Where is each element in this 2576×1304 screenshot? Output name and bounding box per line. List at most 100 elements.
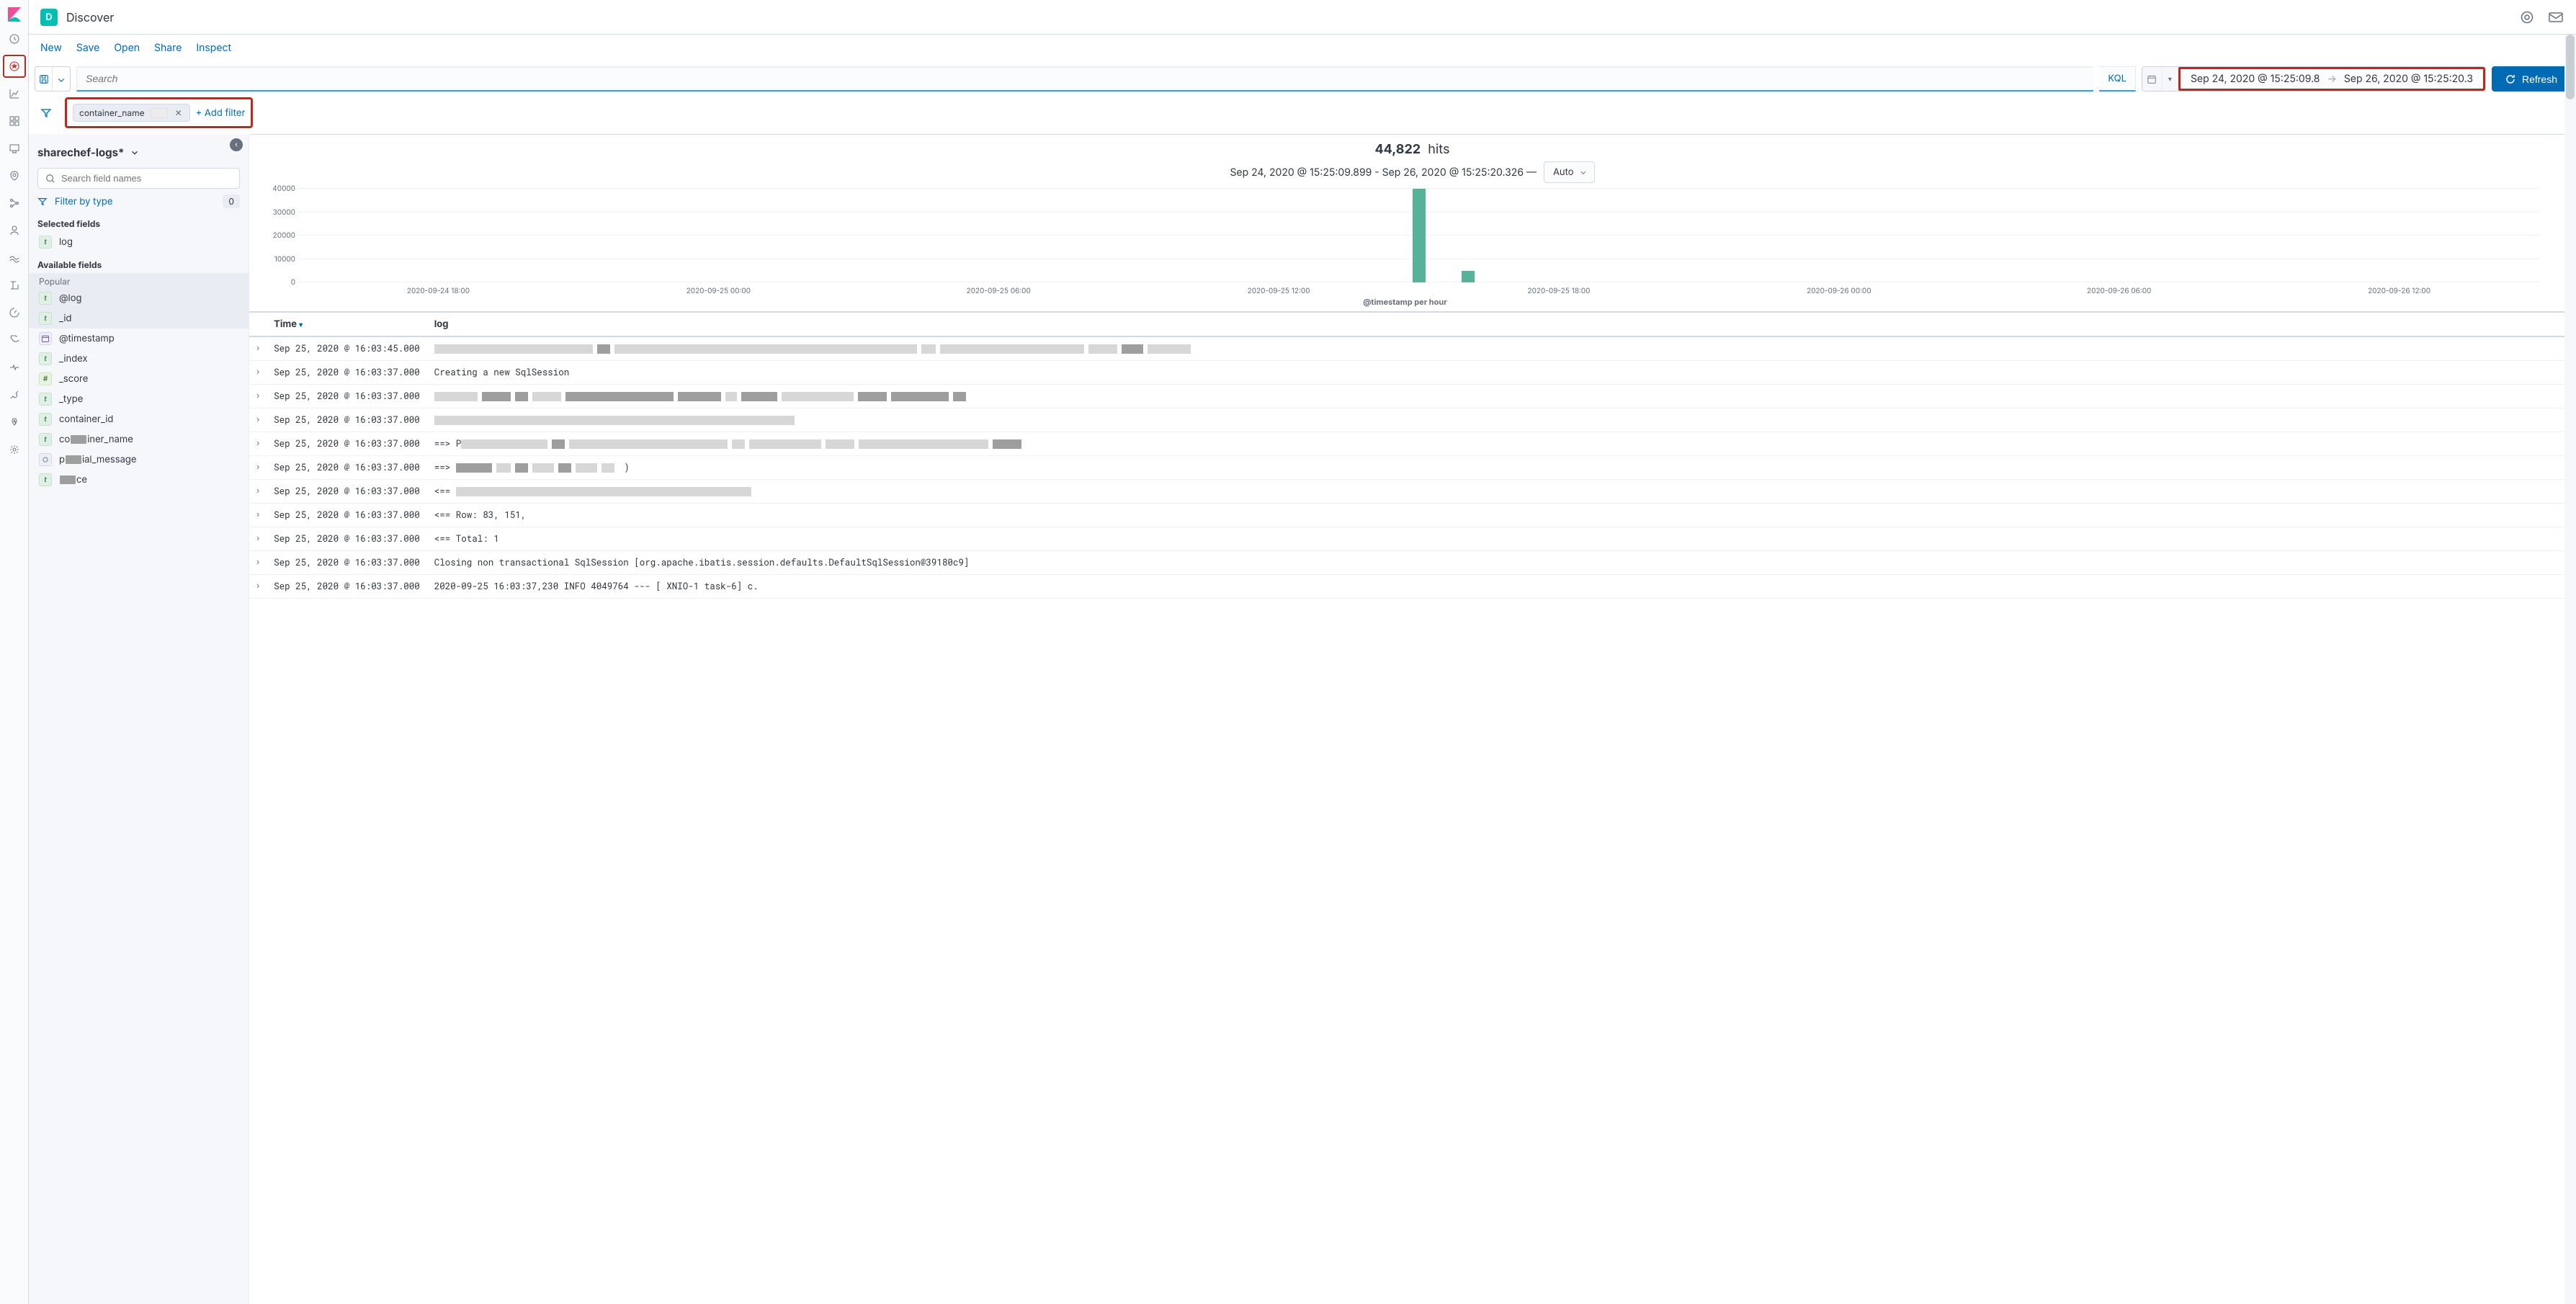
nav-apm-icon[interactable]	[3, 301, 26, 324]
nav-canvas-icon[interactable]	[3, 137, 26, 160]
field-log[interactable]: tlog	[29, 232, 249, 252]
mail-icon[interactable]	[2547, 9, 2564, 26]
app-badge: D	[40, 9, 58, 26]
index-pattern-picker[interactable]: sharechef-logs*	[29, 140, 249, 165]
table-row[interactable]: ›Sep 25, 2020 @ 16:03:37.0002020-09-25 1…	[249, 575, 2575, 599]
histogram-bar[interactable]	[1413, 189, 1426, 282]
search-input[interactable]	[77, 67, 2093, 90]
table-row[interactable]: ›Sep 25, 2020 @ 16:03:45.000	[249, 336, 2575, 361]
field-index[interactable]: t_index	[29, 349, 249, 369]
date-quick-dropdown[interactable]: ▾	[2163, 67, 2178, 91]
arrow-right-icon: →	[2327, 73, 2336, 85]
nav-discover-icon[interactable]	[3, 55, 26, 78]
nav-devtools-icon[interactable]	[3, 383, 26, 406]
field-score[interactable]: #_score	[29, 369, 249, 389]
menu-share[interactable]: Share	[148, 39, 187, 57]
nav-logs-icon[interactable]	[3, 274, 26, 297]
nav-ml-icon[interactable]	[3, 192, 26, 215]
sort-desc-icon: ▾	[299, 321, 303, 329]
filter-tag[interactable]: container_name ✕	[73, 104, 190, 122]
field-type-icon: t	[39, 393, 52, 406]
menu-save[interactable]: Save	[71, 39, 105, 57]
nav-metrics-icon[interactable]	[3, 246, 26, 269]
table-row[interactable]: ›Sep 25, 2020 @ 16:03:37.000<==	[249, 480, 2575, 504]
expand-row-icon[interactable]: ›	[249, 480, 267, 504]
field-type[interactable]: t_type	[29, 389, 249, 409]
expand-row-icon[interactable]: ›	[249, 385, 267, 408]
field-search-input[interactable]	[61, 173, 232, 184]
date-range-picker[interactable]: Sep 24, 2020 @ 15:25:09.8 → Sep 26, 2020…	[2178, 67, 2485, 91]
nav-uptime-icon[interactable]	[3, 329, 26, 352]
nav-monitoring-icon[interactable]	[3, 411, 26, 434]
nav-visualize-icon[interactable]	[3, 82, 26, 105]
col-time[interactable]: Time ▾	[267, 312, 427, 336]
table-row[interactable]: ›Sep 25, 2020 @ 16:03:37.000==> )	[249, 456, 2575, 480]
table-row[interactable]: ›Sep 25, 2020 @ 16:03:37.000==> P	[249, 432, 2575, 456]
nav-recent-icon[interactable]	[3, 27, 26, 50]
field-type-icon	[39, 332, 52, 345]
expand-row-icon[interactable]: ›	[249, 504, 267, 527]
filter-options-icon[interactable]	[35, 103, 58, 123]
table-row[interactable]: ›Sep 25, 2020 @ 16:03:37.000<== Row: 83,…	[249, 504, 2575, 527]
add-filter-button[interactable]: + Add filter	[196, 107, 246, 119]
cell-time: Sep 25, 2020 @ 16:03:37.000	[267, 456, 427, 480]
cell-time: Sep 25, 2020 @ 16:03:37.000	[267, 480, 427, 504]
field-type-icon: t	[39, 352, 52, 365]
documents-table: Time ▾ log ›Sep 25, 2020 @ 16:03:45.000›…	[249, 311, 2575, 599]
table-row[interactable]: ›Sep 25, 2020 @ 16:03:37.000Closing non …	[249, 551, 2575, 575]
table-row[interactable]: ›Sep 25, 2020 @ 16:03:37.000Creating a n…	[249, 361, 2575, 385]
calendar-icon[interactable]	[2142, 67, 2163, 91]
field-log[interactable]: t@log	[29, 288, 249, 308]
nav-management-icon[interactable]	[3, 438, 26, 461]
kibana-logo[interactable]	[6, 6, 23, 23]
vertical-scrollbar[interactable]	[2564, 35, 2576, 1304]
cell-log: ==> P	[427, 432, 2575, 456]
field-type-icon: t	[39, 292, 52, 305]
expand-row-icon[interactable]: ›	[249, 575, 267, 599]
histogram-bar[interactable]	[1462, 271, 1475, 282]
menu-new[interactable]: New	[35, 39, 68, 57]
histogram-chart[interactable]: Count 0100002000030000400002020-09-24 18…	[249, 189, 2575, 311]
kql-toggle[interactable]: KQL	[2099, 66, 2136, 91]
filter-type-count: 0	[223, 195, 240, 208]
nav-siem-icon[interactable]	[3, 356, 26, 379]
table-row[interactable]: ›Sep 25, 2020 @ 16:03:37.000	[249, 408, 2575, 432]
close-icon[interactable]: ✕	[174, 107, 184, 118]
expand-row-icon[interactable]: ›	[249, 432, 267, 456]
filter-icon	[37, 197, 48, 207]
expand-row-icon[interactable]: ›	[249, 456, 267, 480]
cell-log: ==> )	[427, 456, 2575, 480]
chevron-down-icon	[130, 148, 140, 158]
field-search[interactable]	[37, 168, 240, 189]
left-nav-rail	[0, 0, 29, 1304]
chevron-down-icon[interactable]: ⌄	[53, 67, 70, 91]
field-timestamp[interactable]: @timestamp	[29, 329, 249, 349]
field-source[interactable]: tce	[29, 470, 249, 490]
newsfeed-icon[interactable]	[2518, 9, 2536, 26]
filter-by-type[interactable]: Filter by type 0	[37, 195, 240, 208]
col-log[interactable]: log	[427, 312, 2575, 336]
interval-select[interactable]: Auto	[1544, 161, 1595, 183]
menu-inspect[interactable]: Inspect	[190, 39, 237, 57]
collapse-panel-icon[interactable]: ‹	[230, 138, 243, 151]
table-row[interactable]: ›Sep 25, 2020 @ 16:03:37.000<== Total: 1	[249, 527, 2575, 551]
nav-maps-icon[interactable]	[3, 164, 26, 187]
saved-query-dropdown[interactable]: ⌄	[35, 66, 71, 91]
table-row[interactable]: ›Sep 25, 2020 @ 16:03:37.000	[249, 385, 2575, 408]
field-containername[interactable]: tcoiner_name	[29, 429, 249, 450]
top-bar: D Discover	[29, 0, 2576, 35]
expand-row-icon[interactable]: ›	[249, 336, 267, 361]
disk-icon[interactable]	[35, 67, 53, 91]
expand-row-icon[interactable]: ›	[249, 527, 267, 551]
nav-dashboard-icon[interactable]	[3, 110, 26, 133]
nav-user-icon[interactable]	[3, 219, 26, 242]
expand-row-icon[interactable]: ›	[249, 551, 267, 575]
menu-open[interactable]: Open	[108, 39, 146, 57]
field-containerid[interactable]: tcontainer_id	[29, 409, 249, 429]
field-partialmessage[interactable]: pial_message	[29, 450, 249, 470]
field-id[interactable]: t_id	[29, 308, 249, 329]
expand-row-icon[interactable]: ›	[249, 408, 267, 432]
expand-row-icon[interactable]: ›	[249, 361, 267, 385]
cell-log	[427, 408, 2575, 432]
refresh-button[interactable]: Refresh	[2492, 66, 2570, 91]
